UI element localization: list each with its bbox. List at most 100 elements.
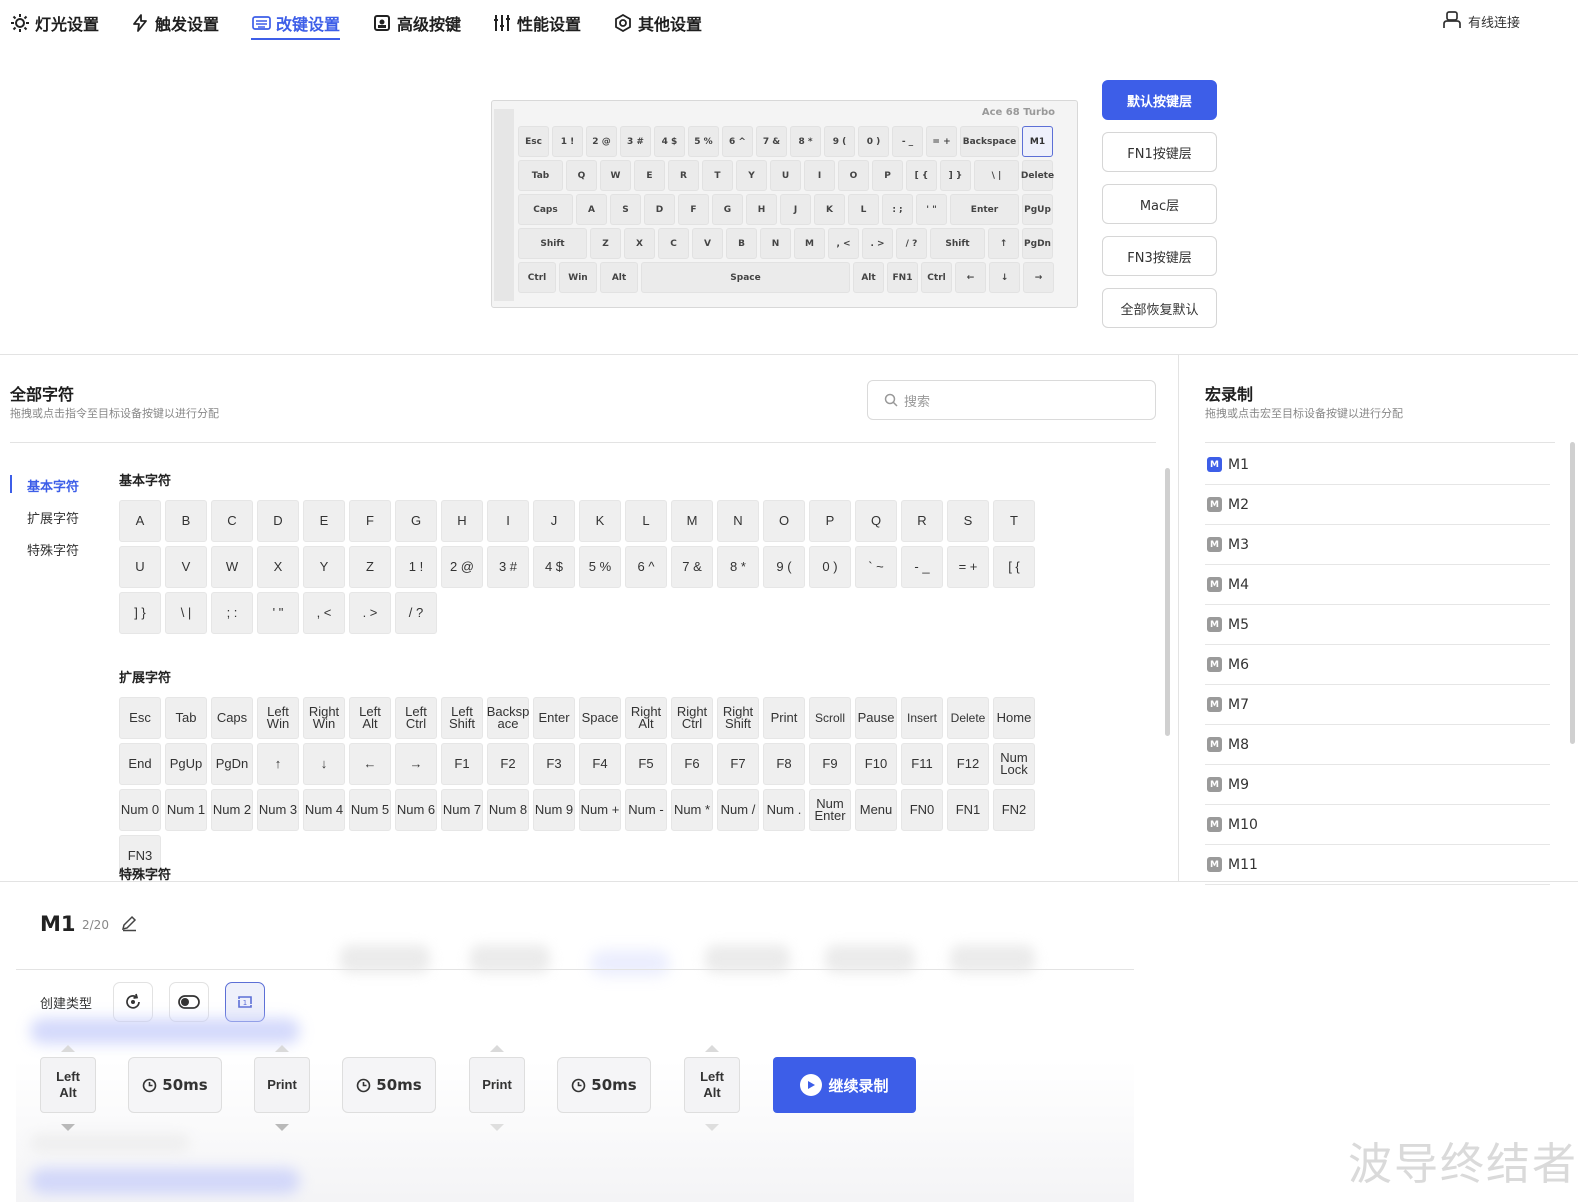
macro-list-item[interactable]: M M7 bbox=[1205, 685, 1550, 725]
tab-performance[interactable]: 性能设置 bbox=[492, 8, 581, 38]
category-basic[interactable]: 基本字符 bbox=[27, 476, 79, 495]
char-key[interactable]: Y bbox=[303, 546, 345, 588]
keyboard-key[interactable]: / ? bbox=[896, 228, 927, 259]
char-key[interactable]: Num 0 bbox=[119, 789, 161, 831]
char-key[interactable]: W bbox=[211, 546, 253, 588]
tab-trigger[interactable]: 触发设置 bbox=[130, 8, 219, 38]
keyboard-key[interactable]: ← bbox=[955, 262, 986, 293]
keyboard-key[interactable]: Y bbox=[736, 160, 767, 191]
keyboard-key[interactable]: R bbox=[668, 160, 699, 191]
char-key[interactable]: Caps bbox=[211, 697, 253, 739]
char-key[interactable]: Print bbox=[763, 697, 805, 739]
keyboard-key[interactable]: N bbox=[760, 228, 791, 259]
char-key[interactable]: L bbox=[625, 500, 667, 542]
keyboard-key[interactable]: Esc bbox=[518, 126, 549, 157]
char-key[interactable]: FN0 bbox=[901, 789, 943, 831]
keyboard-key[interactable]: T bbox=[702, 160, 733, 191]
keyboard-key[interactable]: 7 & bbox=[756, 126, 787, 157]
char-key[interactable]: F10 bbox=[855, 743, 897, 785]
keyboard-key[interactable]: X bbox=[624, 228, 655, 259]
char-key[interactable]: O bbox=[763, 500, 805, 542]
keyboard-key[interactable]: Space bbox=[641, 262, 850, 293]
char-key[interactable]: ; : bbox=[211, 592, 253, 634]
char-key[interactable]: 4 $ bbox=[533, 546, 575, 588]
macro-list-item[interactable]: M M10 bbox=[1205, 805, 1550, 845]
char-key[interactable]: ` ~ bbox=[855, 546, 897, 588]
char-key[interactable]: K bbox=[579, 500, 621, 542]
macro-key-step[interactable]: Print bbox=[254, 1057, 310, 1113]
char-key[interactable]: F12 bbox=[947, 743, 989, 785]
char-key[interactable]: Num 6 bbox=[395, 789, 437, 831]
char-key[interactable]: Enter bbox=[533, 697, 575, 739]
char-key[interactable]: Z bbox=[349, 546, 391, 588]
macro-list-item[interactable]: M M1 bbox=[1205, 445, 1550, 485]
char-key[interactable]: R bbox=[901, 500, 943, 542]
keyboard-key[interactable]: 4 $ bbox=[654, 126, 685, 157]
char-key[interactable]: Num 8 bbox=[487, 789, 529, 831]
char-key[interactable]: 7 & bbox=[671, 546, 713, 588]
char-key[interactable]: Backsp ace bbox=[487, 697, 529, 739]
macro-key-step[interactable]: Left Alt bbox=[684, 1057, 740, 1113]
char-key[interactable]: FN1 bbox=[947, 789, 989, 831]
macro-delay-step[interactable]: 50ms bbox=[557, 1057, 651, 1113]
macro-list-item[interactable]: M M2 bbox=[1205, 485, 1550, 525]
keyboard-key[interactable]: H bbox=[746, 194, 777, 225]
char-key[interactable]: ↑ bbox=[257, 743, 299, 785]
keyboard-key[interactable]: Ctrl bbox=[518, 262, 556, 293]
keyboard-key[interactable]: E bbox=[634, 160, 665, 191]
char-key[interactable]: Num 4 bbox=[303, 789, 345, 831]
char-key[interactable]: PgUp bbox=[165, 743, 207, 785]
chars-scrollbar[interactable] bbox=[1165, 468, 1170, 736]
char-key[interactable]: M bbox=[671, 500, 713, 542]
char-key[interactable]: Scroll bbox=[809, 697, 851, 739]
char-key[interactable]: 8 * bbox=[717, 546, 759, 588]
macro-key-step[interactable]: Left Alt bbox=[40, 1057, 96, 1113]
keyboard-key[interactable]: 2 @ bbox=[586, 126, 617, 157]
char-key[interactable]: End bbox=[119, 743, 161, 785]
char-key[interactable]: F bbox=[349, 500, 391, 542]
keyboard-key[interactable]: D bbox=[644, 194, 675, 225]
keyboard-key[interactable]: Enter bbox=[950, 194, 1019, 225]
char-key[interactable]: [ { bbox=[993, 546, 1035, 588]
macro-list-item[interactable]: M M11 bbox=[1205, 845, 1550, 885]
keyboard-key[interactable]: ↑ bbox=[988, 228, 1019, 259]
fn1-layer-button[interactable]: FN1按键层 bbox=[1102, 132, 1217, 172]
char-key[interactable]: 5 % bbox=[579, 546, 621, 588]
keyboard-key[interactable]: A bbox=[576, 194, 607, 225]
char-key[interactable]: Q bbox=[855, 500, 897, 542]
char-key[interactable]: Num + bbox=[579, 789, 621, 831]
char-key[interactable]: ' " bbox=[257, 592, 299, 634]
keyboard-key[interactable]: , < bbox=[828, 228, 859, 259]
keyboard-key[interactable]: Alt bbox=[853, 262, 884, 293]
keyboard-key[interactable]: Win bbox=[559, 262, 597, 293]
char-key[interactable]: FN2 bbox=[993, 789, 1035, 831]
keyboard-key[interactable]: Backspace bbox=[960, 126, 1019, 157]
tab-advanced-keys[interactable]: 高级按键 bbox=[372, 8, 461, 38]
keyboard-key[interactable]: Ctrl bbox=[921, 262, 952, 293]
continue-record-button[interactable]: 继续录制 bbox=[773, 1057, 916, 1113]
char-key[interactable]: F9 bbox=[809, 743, 851, 785]
keyboard-key[interactable]: Tab bbox=[518, 160, 563, 191]
char-key[interactable]: Num - bbox=[625, 789, 667, 831]
char-key[interactable]: F8 bbox=[763, 743, 805, 785]
char-key[interactable]: H bbox=[441, 500, 483, 542]
keyboard-key[interactable]: 1 ! bbox=[552, 126, 583, 157]
create-type-record-button[interactable] bbox=[113, 982, 153, 1022]
char-key[interactable]: Left Win bbox=[257, 697, 299, 739]
search-input[interactable]: 搜索 bbox=[867, 380, 1156, 420]
char-key[interactable]: F4 bbox=[579, 743, 621, 785]
keyboard-key[interactable]: M1 bbox=[1022, 126, 1053, 157]
char-key[interactable]: Num 3 bbox=[257, 789, 299, 831]
keyboard-key[interactable]: J bbox=[780, 194, 811, 225]
char-key[interactable]: F2 bbox=[487, 743, 529, 785]
char-key[interactable]: - _ bbox=[901, 546, 943, 588]
restore-defaults-button[interactable]: 全部恢复默认 bbox=[1102, 288, 1217, 328]
macro-list-item[interactable]: M M9 bbox=[1205, 765, 1550, 805]
macro-list-item[interactable]: M M6 bbox=[1205, 645, 1550, 685]
char-key[interactable]: Num 7 bbox=[441, 789, 483, 831]
char-key[interactable]: Num Lock bbox=[993, 743, 1035, 785]
keyboard-key[interactable]: Caps bbox=[518, 194, 573, 225]
keyboard-key[interactable]: L bbox=[848, 194, 879, 225]
category-special[interactable]: 特殊字符 bbox=[27, 540, 79, 559]
keyboard-key[interactable]: 3 # bbox=[620, 126, 651, 157]
